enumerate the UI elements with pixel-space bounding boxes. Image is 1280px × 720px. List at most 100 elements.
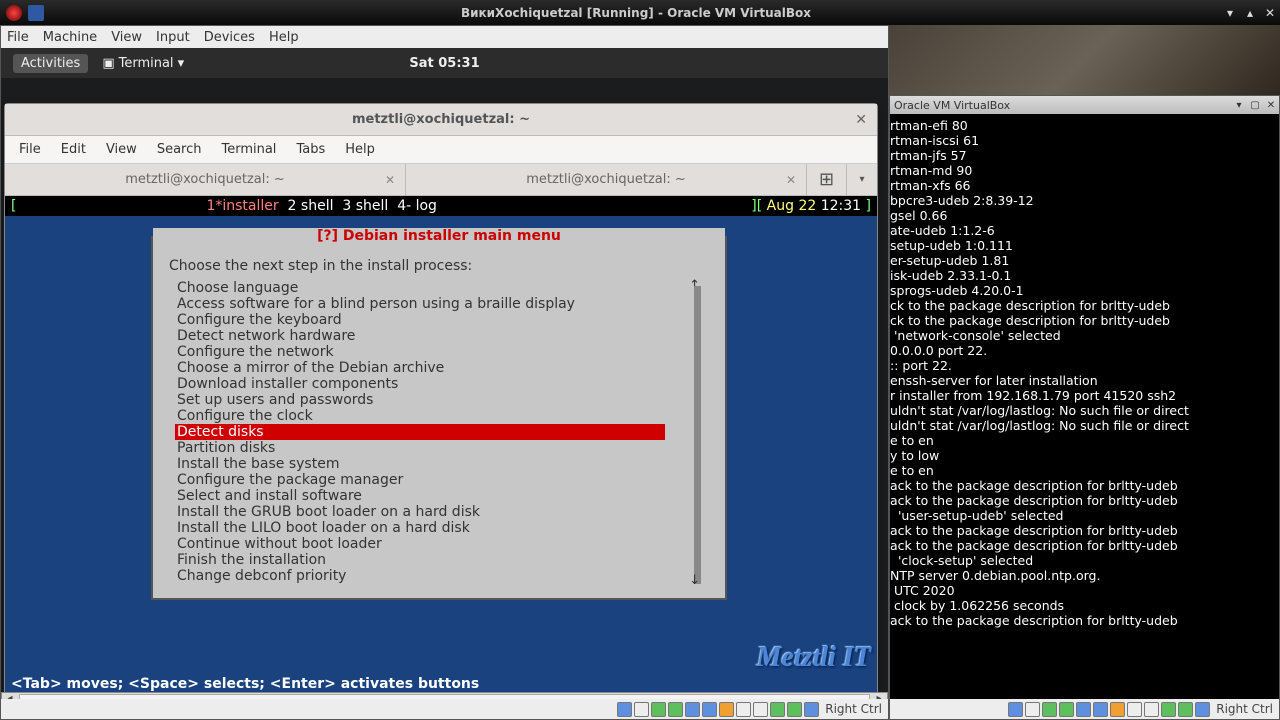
vm-window-main: File Machine View Input Devices Help Act… — [0, 25, 889, 720]
vm-menubar: File Machine View Input Devices Help — [1, 26, 888, 48]
maximize-icon[interactable]: ▴ — [1240, 6, 1260, 20]
log-line: rtman-efi 80 — [890, 118, 1279, 133]
keyboard-icon[interactable] — [1161, 702, 1176, 717]
tab-menu-button[interactable]: ▾ — [847, 164, 877, 195]
guest-additions-icon[interactable] — [1144, 702, 1159, 717]
new-tab-button[interactable]: ⊞ — [807, 164, 847, 195]
recording-icon[interactable] — [1110, 702, 1125, 717]
menu-item[interactable]: Install the base system — [175, 456, 713, 472]
mouse-icon[interactable] — [1127, 702, 1142, 717]
minimize-icon[interactable]: ▾ — [1220, 6, 1240, 20]
tab-label: metztli@xochiquetzal: ~ — [125, 172, 285, 187]
menu-item[interactable]: Access software for a blind person using… — [175, 296, 713, 312]
menu-item[interactable]: Continue without boot loader — [175, 536, 713, 552]
cd-icon[interactable] — [634, 702, 649, 717]
status-bracket: ][ — [751, 198, 762, 214]
mouse-icon[interactable] — [770, 702, 785, 717]
disk-icon[interactable] — [617, 702, 632, 717]
vm2-titlebar[interactable]: Oracle VM VirtualBox ▾ ▢ ✕ — [890, 96, 1279, 114]
menu-view[interactable]: View — [111, 30, 142, 45]
log-line: ack to the package description for brltt… — [890, 478, 1279, 493]
terminal-body[interactable]: [ 1*installer 2 shell 3 shell 4- log ][ … — [5, 196, 877, 694]
dialog-scrollbar[interactable] — [694, 286, 701, 584]
menu-item[interactable]: Configure the network — [175, 344, 713, 360]
usb-icon[interactable] — [1059, 702, 1074, 717]
menu-devices[interactable]: Devices — [204, 30, 255, 45]
tmenu-edit[interactable]: Edit — [61, 142, 86, 157]
menu-item[interactable]: Choose a mirror of the Debian archive — [175, 360, 713, 376]
floppy-icon[interactable] — [668, 702, 683, 717]
status-date: Aug 22 — [762, 198, 821, 214]
host-window-title: ВикиXochiquetzal [Running] - Oracle VM V… — [52, 6, 1220, 20]
menu-item[interactable]: Partition disks — [175, 440, 713, 456]
menu-item[interactable]: Detect network hardware — [175, 328, 713, 344]
log-line: r installer from 192.168.1.79 port 41520… — [890, 388, 1279, 403]
terminal-tab-1[interactable]: metztli@xochiquetzal: ~ ✕ — [5, 164, 406, 195]
tmenu-search[interactable]: Search — [157, 142, 202, 157]
optical-icon[interactable] — [651, 702, 666, 717]
close-icon[interactable]: ✕ — [1260, 6, 1280, 20]
terminal-tab-2[interactable]: metztli@xochiquetzal: ~✕ — [406, 164, 807, 195]
maximize-icon[interactable]: ▢ — [1247, 100, 1263, 111]
menu-item[interactable]: Configure the package manager — [175, 472, 713, 488]
menu-item[interactable]: Select and install software — [175, 488, 713, 504]
log-line: clock by 1.062256 seconds — [890, 598, 1279, 613]
guest-additions-icon[interactable] — [804, 702, 819, 717]
menu-file[interactable]: File — [7, 30, 29, 45]
menu-item[interactable]: Detect disks — [175, 424, 665, 440]
log-line: gsel 0.66 — [890, 208, 1279, 223]
usb-icon[interactable] — [702, 702, 717, 717]
close-icon[interactable]: ✕ — [855, 112, 867, 128]
tmenu-help[interactable]: Help — [345, 142, 375, 157]
minimize-icon[interactable]: ▾ — [1231, 100, 1247, 111]
capture-icon[interactable] — [1195, 702, 1210, 717]
activities-button[interactable]: Activities — [13, 54, 88, 73]
close-icon[interactable]: ✕ — [385, 173, 395, 187]
tmenu-tabs[interactable]: Tabs — [296, 142, 325, 157]
display-icon[interactable] — [1093, 702, 1108, 717]
shared-folder-icon[interactable] — [719, 702, 734, 717]
recording-icon[interactable] — [753, 702, 768, 717]
network-icon[interactable] — [685, 702, 700, 717]
help-hint: <Tab> moves; <Space> selects; <Enter> ac… — [5, 674, 877, 694]
menu-item[interactable]: Install the LILO boot loader on a hard d… — [175, 520, 713, 536]
menu-item[interactable]: Configure the keyboard — [175, 312, 713, 328]
menu-item[interactable]: Install the GRUB boot loader on a hard d… — [175, 504, 713, 520]
terminal-icon: ▣ — [102, 56, 114, 71]
menu-item[interactable]: Download installer components — [175, 376, 713, 392]
display-icon[interactable] — [736, 702, 751, 717]
network-icon[interactable] — [1042, 702, 1057, 717]
topbar-clock[interactable]: Sat 05:31 — [409, 56, 479, 71]
terminal-titlebar[interactable]: metztli@xochiquetzal: ~ ✕ — [5, 104, 877, 136]
log-line: isk-udeb 2.33.1-0.1 — [890, 268, 1279, 283]
log-line: y to low — [890, 448, 1279, 463]
menu-item[interactable]: Choose language — [175, 280, 713, 296]
tmenu-terminal[interactable]: Terminal — [221, 142, 276, 157]
tmenu-file[interactable]: File — [19, 142, 41, 157]
keyboard-icon[interactable] — [787, 702, 802, 717]
menu-item[interactable]: Configure the clock — [175, 408, 713, 424]
log-line: 'clock-setup' selected — [890, 553, 1279, 568]
dialog-prompt: Choose the next step in the install proc… — [153, 244, 725, 278]
cd-icon[interactable] — [1025, 702, 1040, 717]
menu-input[interactable]: Input — [156, 30, 190, 45]
topbar-app[interactable]: ▣ Terminal ▾ — [102, 56, 184, 71]
menu-machine[interactable]: Machine — [43, 30, 97, 45]
shared-folder-icon[interactable] — [1076, 702, 1091, 717]
gnome-topbar: Activities ▣ Terminal ▾ Sat 05:31 — [1, 48, 888, 78]
dialog-menu[interactable]: ↑ ↓ Choose languageAccess software for a… — [153, 278, 725, 598]
menu-item[interactable]: Change debconf priority — [175, 568, 713, 584]
close-icon[interactable]: ✕ — [786, 173, 796, 187]
menu-item[interactable]: Finish the installation — [175, 552, 713, 568]
virtualbox-icon[interactable] — [28, 5, 44, 21]
host-key-icon[interactable] — [1178, 702, 1193, 717]
close-icon[interactable]: ✕ — [1263, 100, 1279, 111]
tmenu-view[interactable]: View — [106, 142, 137, 157]
menu-help[interactable]: Help — [269, 30, 299, 45]
status-windows: 2 shell 3 shell 4- log — [279, 198, 437, 214]
menu-item[interactable]: Set up users and passwords — [175, 392, 713, 408]
disk-icon[interactable] — [1008, 702, 1023, 717]
os-logo-icon[interactable] — [6, 5, 22, 21]
watermark: Metztli IT — [757, 642, 871, 674]
vm2-console[interactable]: rtman-efi 80rtman-iscsi 61rtman-jfs 57rt… — [890, 114, 1279, 699]
